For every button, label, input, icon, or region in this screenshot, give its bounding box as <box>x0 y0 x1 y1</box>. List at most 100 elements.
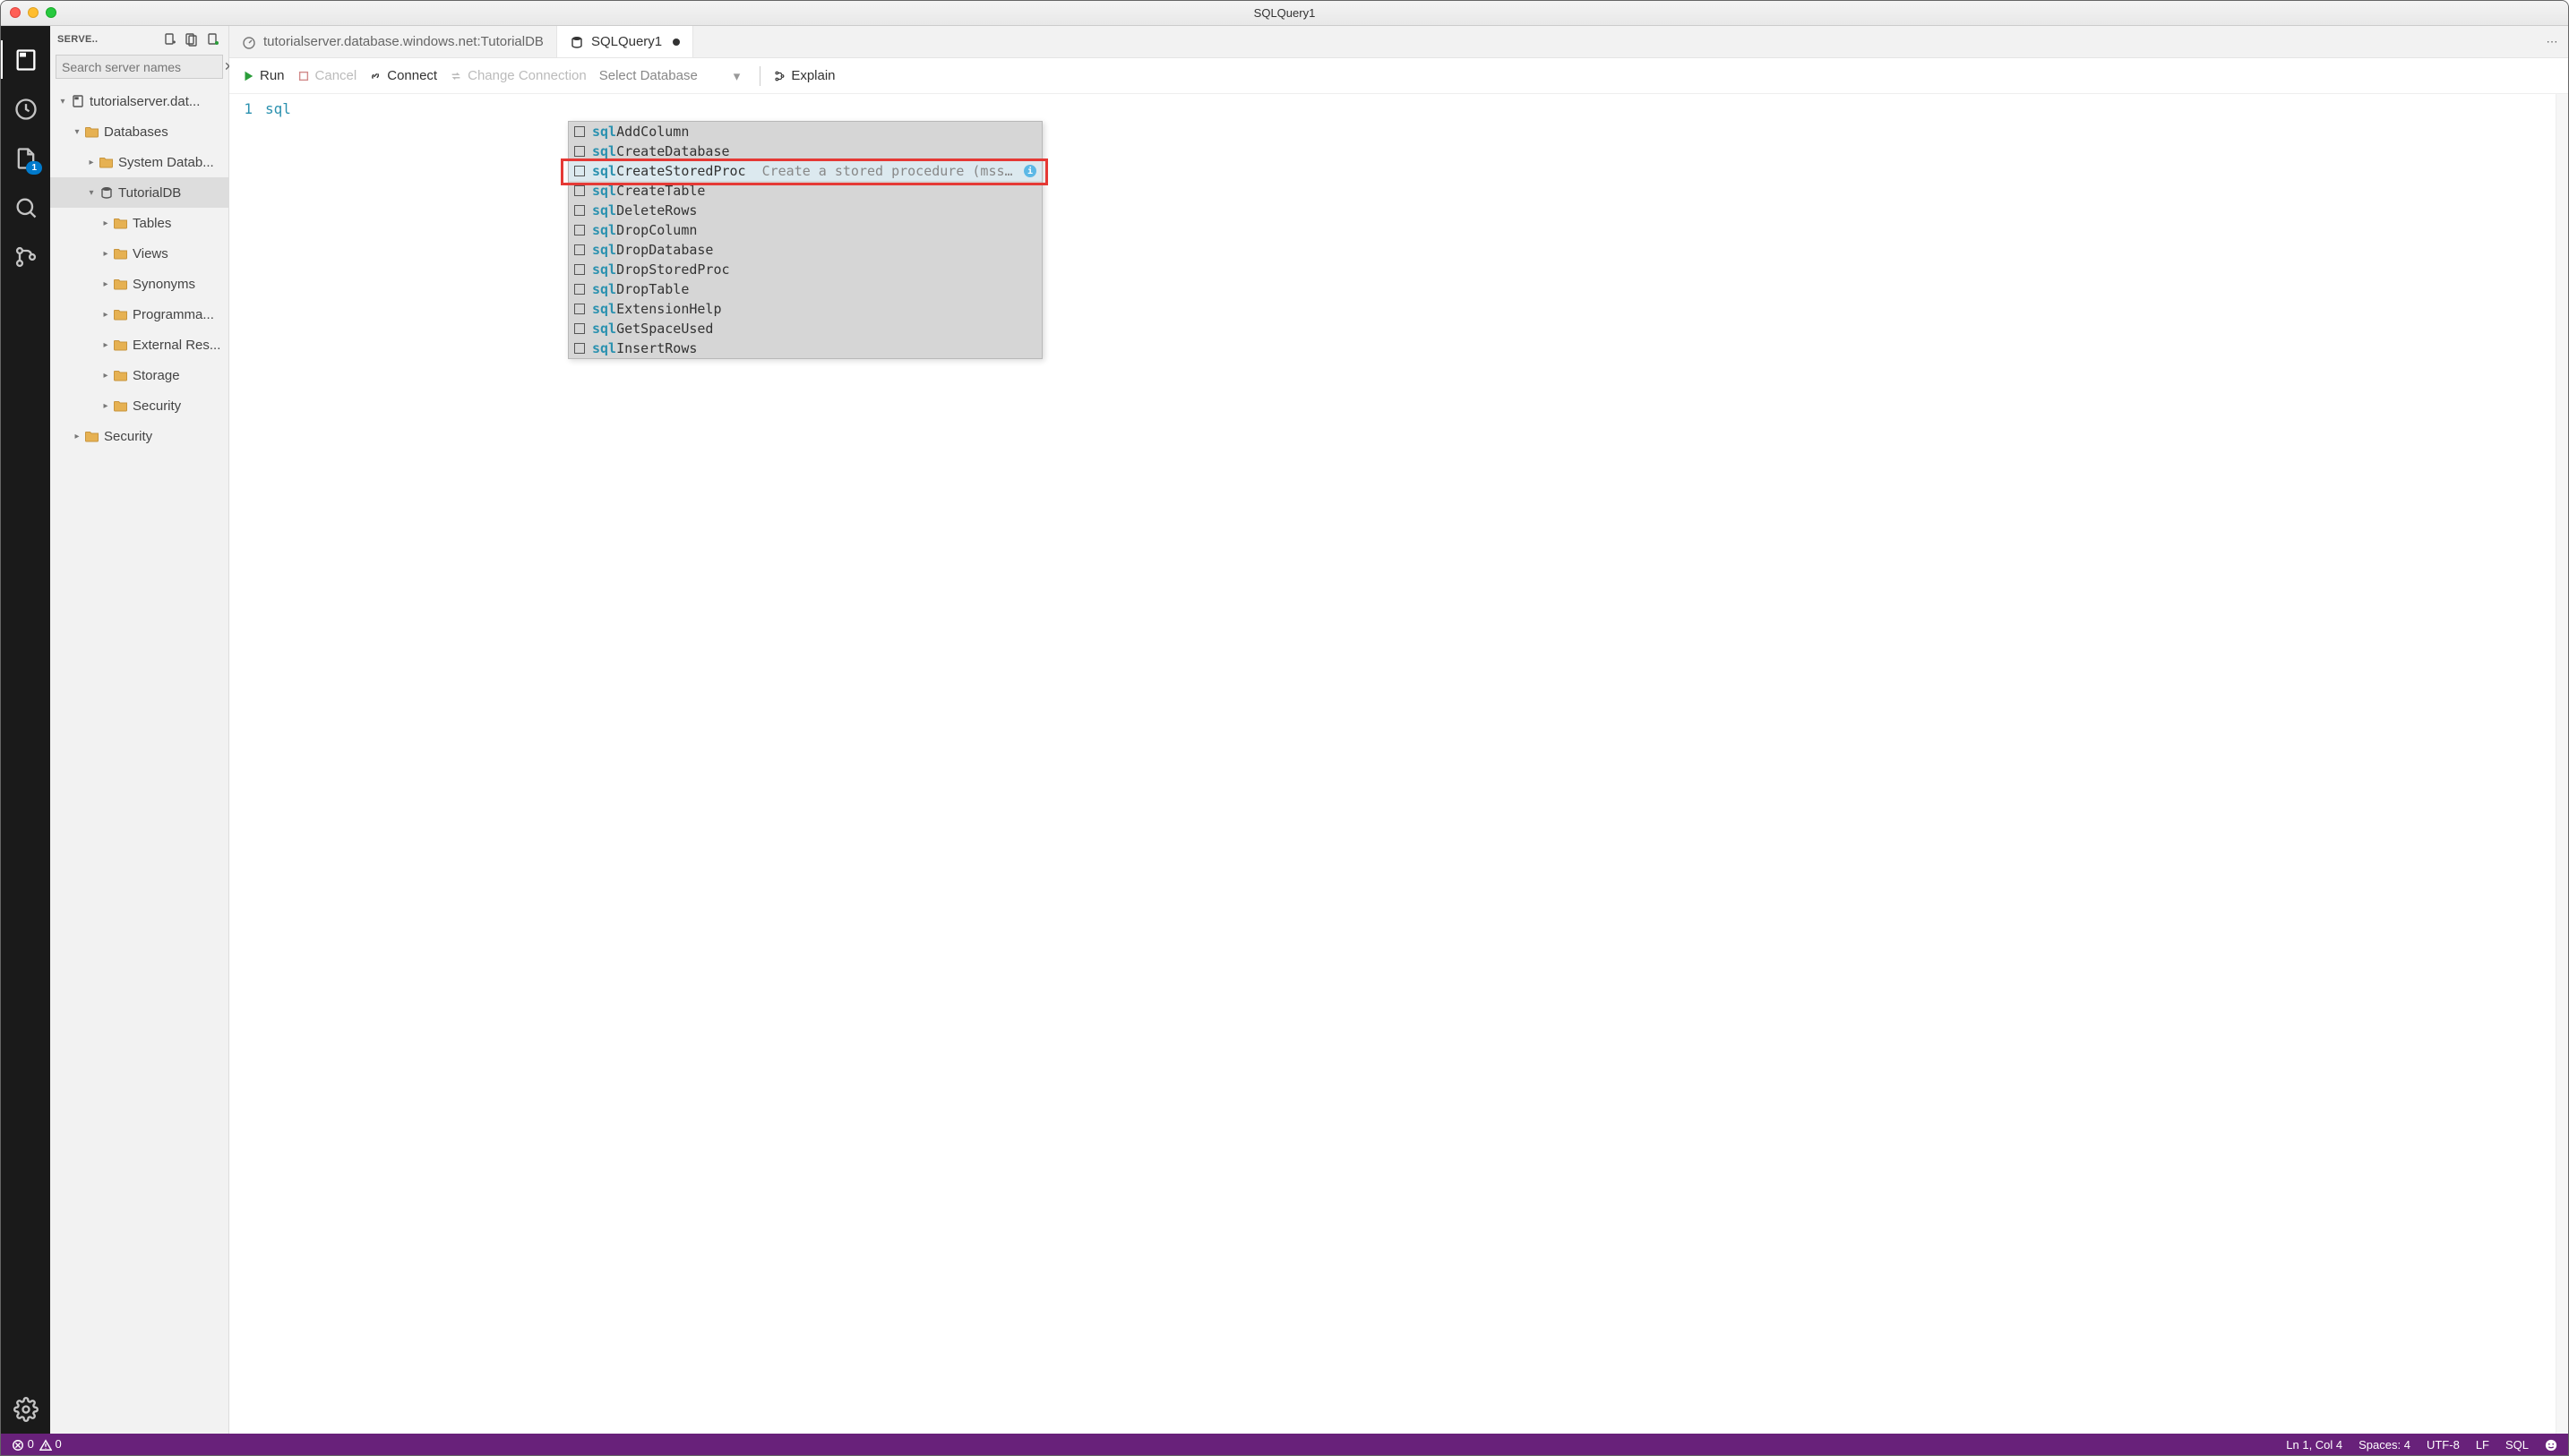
tree-item[interactable]: ▸Programma... <box>50 299 228 330</box>
folder-icon <box>113 367 129 383</box>
search-servers-input[interactable]: ✕ <box>56 55 223 79</box>
snippet-icon <box>574 343 585 354</box>
completion-item[interactable]: sqlGetSpaceUsed <box>569 319 1042 338</box>
refresh-connections-icon[interactable] <box>205 31 221 47</box>
status-language[interactable]: SQL <box>2505 1438 2529 1452</box>
tree-item[interactable]: ▸ External Res... <box>50 330 228 360</box>
tree-item-label: External Res... <box>133 338 220 353</box>
folder-icon <box>113 306 129 322</box>
twist-icon[interactable]: ▾ <box>56 97 70 107</box>
search-view-button[interactable] <box>1 183 50 232</box>
window-title: SQLQuery1 <box>1254 6 1316 20</box>
completion-item[interactable]: sqlDropColumn <box>569 220 1042 240</box>
close-window-icon[interactable] <box>10 7 21 18</box>
tree-item[interactable]: ▾ tutorialserver.dat... <box>50 86 228 116</box>
explain-button[interactable]: Explain <box>773 68 835 83</box>
vertical-scrollbar[interactable] <box>2556 94 2568 1434</box>
line-number-gutter: 1 <box>229 94 262 1434</box>
autocomplete-popup: sqlAddColumnsqlCreateDatabasesqlCreateSt… <box>568 121 1043 359</box>
tab-actions-button[interactable]: ⋯ <box>2536 26 2568 57</box>
explorer-view-button[interactable]: 1 <box>1 133 50 183</box>
folder-icon <box>113 215 129 231</box>
status-spaces[interactable]: Spaces: 4 <box>2358 1438 2410 1452</box>
tree-item[interactable]: ▸ Tables <box>50 208 228 238</box>
tab-query[interactable]: SQLQuery1 <box>557 26 693 57</box>
connect-button[interactable]: Connect <box>369 68 437 83</box>
tree-item-label: Databases <box>104 124 168 140</box>
tree-item[interactable]: ▸Security <box>50 390 228 421</box>
code-editor[interactable]: 1 sql sqlAddColumnsqlCreateDatabasesqlCr… <box>229 94 2568 1434</box>
snippet-icon <box>574 225 585 236</box>
errors-indicator[interactable]: 0 <box>12 1437 34 1452</box>
completion-item[interactable]: sqlDropTable <box>569 279 1042 299</box>
dirty-indicator-icon <box>673 39 680 46</box>
completion-item[interactable]: sqlDropDatabase <box>569 240 1042 260</box>
tree-item-label: TutorialDB <box>118 185 181 201</box>
new-group-icon[interactable] <box>184 31 200 47</box>
tree-item-label: Tables <box>133 216 171 231</box>
tree-item-label: tutorialserver.dat... <box>90 94 200 109</box>
minimize-window-icon[interactable] <box>28 7 39 18</box>
status-encoding[interactable]: UTF-8 <box>2427 1438 2460 1452</box>
tree-item[interactable]: ▸ Synonyms <box>50 269 228 299</box>
status-lncol[interactable]: Ln 1, Col 4 <box>2286 1438 2342 1452</box>
snippet-icon <box>574 166 585 176</box>
tree-item-label: Synonyms <box>133 277 195 292</box>
source-control-view-button[interactable] <box>1 232 50 281</box>
snippet-icon <box>574 185 585 196</box>
twist-icon[interactable]: ▸ <box>99 310 113 320</box>
twist-icon[interactable]: ▸ <box>99 401 113 411</box>
database-icon <box>570 35 584 49</box>
tree-item[interactable]: ▾ TutorialDB <box>50 177 228 208</box>
completion-item[interactable]: sqlDropStoredProc <box>569 260 1042 279</box>
tree-item[interactable]: ▸Storage <box>50 360 228 390</box>
completion-item[interactable]: sqlDeleteRows <box>569 201 1042 220</box>
status-eol[interactable]: LF <box>2476 1438 2489 1452</box>
completion-item[interactable]: sqlAddColumn <box>569 122 1042 141</box>
history-view-button[interactable] <box>1 84 50 133</box>
info-icon[interactable]: i <box>1024 165 1036 177</box>
change-connection-button: Change Connection <box>450 68 587 83</box>
tree-item-label: System Datab... <box>118 155 214 170</box>
editor-area: tutorialserver.database.windows.net:Tuto… <box>229 26 2568 1434</box>
tree-item[interactable]: ▸Views <box>50 238 228 269</box>
twist-icon[interactable]: ▸ <box>99 218 113 228</box>
tree-item[interactable]: ▾ Databases <box>50 116 228 147</box>
feedback-icon[interactable] <box>2545 1437 2557 1452</box>
servers-panel: SERVE.. ✕ ▾ tutorialserver.dat... ▾ Databas… <box>50 26 229 1434</box>
database-icon <box>99 184 115 201</box>
editor-text: sql <box>265 100 291 117</box>
completion-item[interactable]: sqlInsertRows <box>569 338 1042 358</box>
completion-item[interactable]: sqlCreateStoredProcCreate a stored proce… <box>569 161 1042 181</box>
settings-button[interactable] <box>1 1384 50 1434</box>
tab-dashboard[interactable]: tutorialserver.database.windows.net:Tuto… <box>229 26 557 57</box>
database-select[interactable]: Select Database ▾ <box>599 68 748 84</box>
folder-icon <box>113 398 129 414</box>
twist-icon[interactable]: ▸ <box>99 279 113 289</box>
twist-icon[interactable]: ▸ <box>99 249 113 259</box>
search-servers-field[interactable] <box>62 60 224 74</box>
zoom-window-icon[interactable] <box>46 7 56 18</box>
snippet-icon <box>574 323 585 334</box>
twist-icon[interactable]: ▸ <box>99 340 113 350</box>
twist-icon[interactable]: ▾ <box>70 127 84 137</box>
editor-tabs: tutorialserver.database.windows.net:Tuto… <box>229 26 2568 58</box>
completion-item[interactable]: sqlCreateDatabase <box>569 141 1042 161</box>
activity-bar: 1 <box>1 26 50 1434</box>
twist-icon[interactable]: ▸ <box>99 371 113 381</box>
twist-icon[interactable]: ▾ <box>84 188 99 198</box>
line-number: 1 <box>229 99 253 119</box>
new-connection-icon[interactable] <box>162 31 178 47</box>
completion-description: Create a stored procedure (mssq… <box>762 163 1017 179</box>
servers-view-button[interactable] <box>1 35 50 84</box>
run-button[interactable]: Run <box>242 68 285 83</box>
tree-item[interactable]: ▸Security <box>50 421 228 451</box>
completion-item[interactable]: sqlExtensionHelp <box>569 299 1042 319</box>
panel-header: SERVE.. <box>57 34 157 45</box>
twist-icon[interactable]: ▸ <box>84 158 99 167</box>
editor-line[interactable]: sql <box>265 99 291 119</box>
tree-item[interactable]: ▸ System Datab... <box>50 147 228 177</box>
completion-item[interactable]: sqlCreateTable <box>569 181 1042 201</box>
warnings-indicator[interactable]: 0 <box>39 1437 62 1452</box>
twist-icon[interactable]: ▸ <box>70 432 84 441</box>
